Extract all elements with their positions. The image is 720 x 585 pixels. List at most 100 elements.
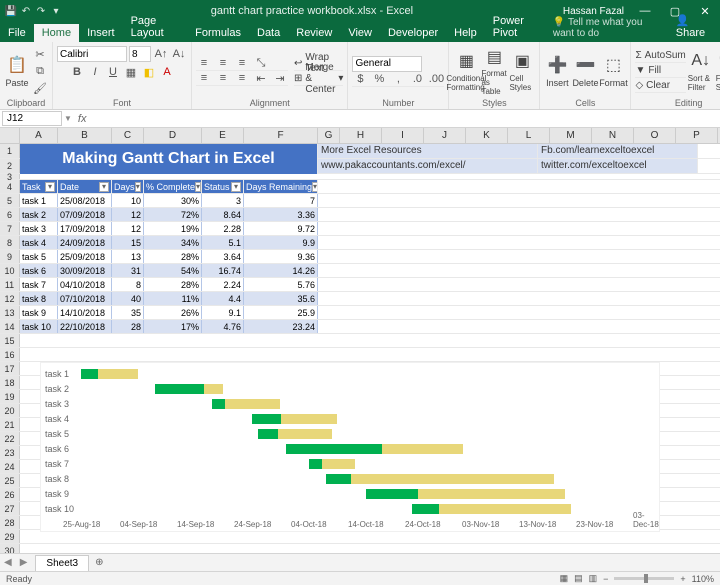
cell[interactable]: 10 [112,194,144,207]
merge-center-button[interactable]: ⊞ Merge & Center ▾ [294,72,343,86]
sheet-nav-prev-icon[interactable]: ◀ [0,557,16,568]
sheet-nav-next-icon[interactable]: ▶ [16,557,32,568]
view-page-break-icon[interactable]: ▥ [589,573,598,584]
cell[interactable]: 15 [112,236,144,249]
row-head[interactable]: 7 [0,222,20,235]
paste-button[interactable]: 📋Paste [4,47,30,95]
row-head[interactable]: 17 [0,362,20,375]
format-cells-button[interactable]: ⬚Format [600,47,626,95]
cell[interactable]: task 6 [20,264,58,277]
delete-cells-button[interactable]: ➖Delete [572,47,598,95]
tab-developer[interactable]: Developer [380,24,446,42]
insert-cells-button[interactable]: ➕Insert [544,47,570,95]
format-painter-icon[interactable]: 🖌 [32,80,48,96]
resource-link[interactable]: Fb.com/learnexceltoexcel [538,144,698,158]
filter-dropdown-icon[interactable]: ▾ [231,182,241,192]
cell[interactable]: 5.1 [202,236,244,249]
row-head[interactable]: 13 [0,306,20,319]
cell[interactable]: 3 [202,194,244,207]
gantt-chart[interactable]: task 1task 2task 3task 4task 5task 6task… [40,362,660,532]
cell[interactable]: 17% [144,320,202,333]
cell[interactable]: task 10 [20,320,58,333]
align-right-icon[interactable]: ≡ [234,70,250,86]
borders-icon[interactable]: ▦ [123,64,139,80]
cell[interactable]: 07/09/2018 [58,208,112,221]
col-head[interactable]: N [592,128,634,143]
format-as-table-button[interactable]: ▤Format as Table [481,47,507,95]
cell[interactable]: 3.36 [244,208,318,221]
row-head[interactable]: 16 [0,348,20,361]
row-head[interactable]: 5 [0,194,20,207]
tab-formulas[interactable]: Formulas [187,24,249,42]
view-normal-icon[interactable]: ▦ [560,573,569,584]
find-select-button[interactable]: 🔍Find & Select [716,47,720,95]
share-button[interactable]: 👤 Share [668,11,720,42]
cell[interactable]: 12 [112,222,144,235]
cell[interactable]: task 3 [20,222,58,235]
cell[interactable]: 9.36 [244,250,318,263]
cell[interactable]: 30/09/2018 [58,264,112,277]
resource-link[interactable]: www.pakaccountants.com/excel/ [318,159,538,173]
col-head[interactable]: H [340,128,382,143]
cell[interactable]: 11% [144,292,202,305]
tab-data[interactable]: Data [249,24,288,42]
col-head[interactable]: A [20,128,58,143]
redo-icon[interactable]: ↷ [34,4,48,18]
currency-icon[interactable]: $ [352,71,368,87]
conditional-formatting-button[interactable]: ▦Conditional Formatting [453,47,479,95]
zoom-slider[interactable] [614,577,674,580]
fx-icon[interactable]: fx [72,113,93,125]
cell[interactable]: 24/09/2018 [58,236,112,249]
dec-decimal-icon[interactable]: .00 [428,71,444,87]
row-head[interactable]: 26 [0,488,20,501]
inc-decimal-icon[interactable]: .0 [409,71,425,87]
save-icon[interactable]: 💾 [4,4,18,18]
table-header[interactable]: Status▾ [202,180,244,193]
tell-me[interactable]: 💡 Tell me what you want to do [547,14,668,42]
font-color-icon[interactable]: A [159,64,175,80]
row-head[interactable]: 2 [0,159,20,173]
tab-view[interactable]: View [340,24,380,42]
add-sheet-icon[interactable]: ⊕ [89,557,109,568]
col-head[interactable]: L [508,128,550,143]
cell[interactable]: 9.1 [202,306,244,319]
row-head[interactable]: 29 [0,530,20,543]
bold-icon[interactable]: B [69,64,85,80]
cell[interactable]: 5.76 [244,278,318,291]
col-head[interactable]: J [424,128,466,143]
cell[interactable]: 17/09/2018 [58,222,112,235]
cell[interactable]: 30% [144,194,202,207]
formula-input[interactable] [92,111,720,126]
filter-dropdown-icon[interactable]: ▾ [312,182,318,192]
grow-font-icon[interactable]: A↑ [153,46,169,62]
filter-dropdown-icon[interactable]: ▾ [195,182,201,192]
cell[interactable]: task 1 [20,194,58,207]
row-head[interactable]: 27 [0,502,20,515]
cell[interactable]: 4.76 [202,320,244,333]
col-head[interactable]: I [382,128,424,143]
align-top-icon[interactable]: ≡ [196,55,212,71]
cell[interactable]: 34% [144,236,202,249]
fill-button[interactable]: ▼ Fill [635,64,685,78]
cell[interactable]: 28% [144,278,202,291]
cell[interactable]: 7 [244,194,318,207]
row-head[interactable]: 25 [0,474,20,487]
col-head[interactable]: F [244,128,318,143]
cell[interactable]: task 9 [20,306,58,319]
cell[interactable]: 04/10/2018 [58,278,112,291]
cell[interactable]: 25.9 [244,306,318,319]
resource-link[interactable]: twitter.com/exceltoexcel [538,159,698,173]
filter-dropdown-icon[interactable]: ▾ [135,182,141,192]
cell[interactable]: task 2 [20,208,58,221]
row-head[interactable]: 9 [0,250,20,263]
cell[interactable]: 16.74 [202,264,244,277]
zoom-out-icon[interactable]: − [603,574,608,584]
row-head[interactable]: 19 [0,390,20,403]
align-left-icon[interactable]: ≡ [196,70,212,86]
col-head[interactable]: M [550,128,592,143]
cell[interactable]: 28 [112,320,144,333]
name-box[interactable] [2,111,62,126]
row-head[interactable]: 20 [0,404,20,417]
col-head[interactable]: D [144,128,202,143]
row-head[interactable]: 4 [0,180,20,193]
